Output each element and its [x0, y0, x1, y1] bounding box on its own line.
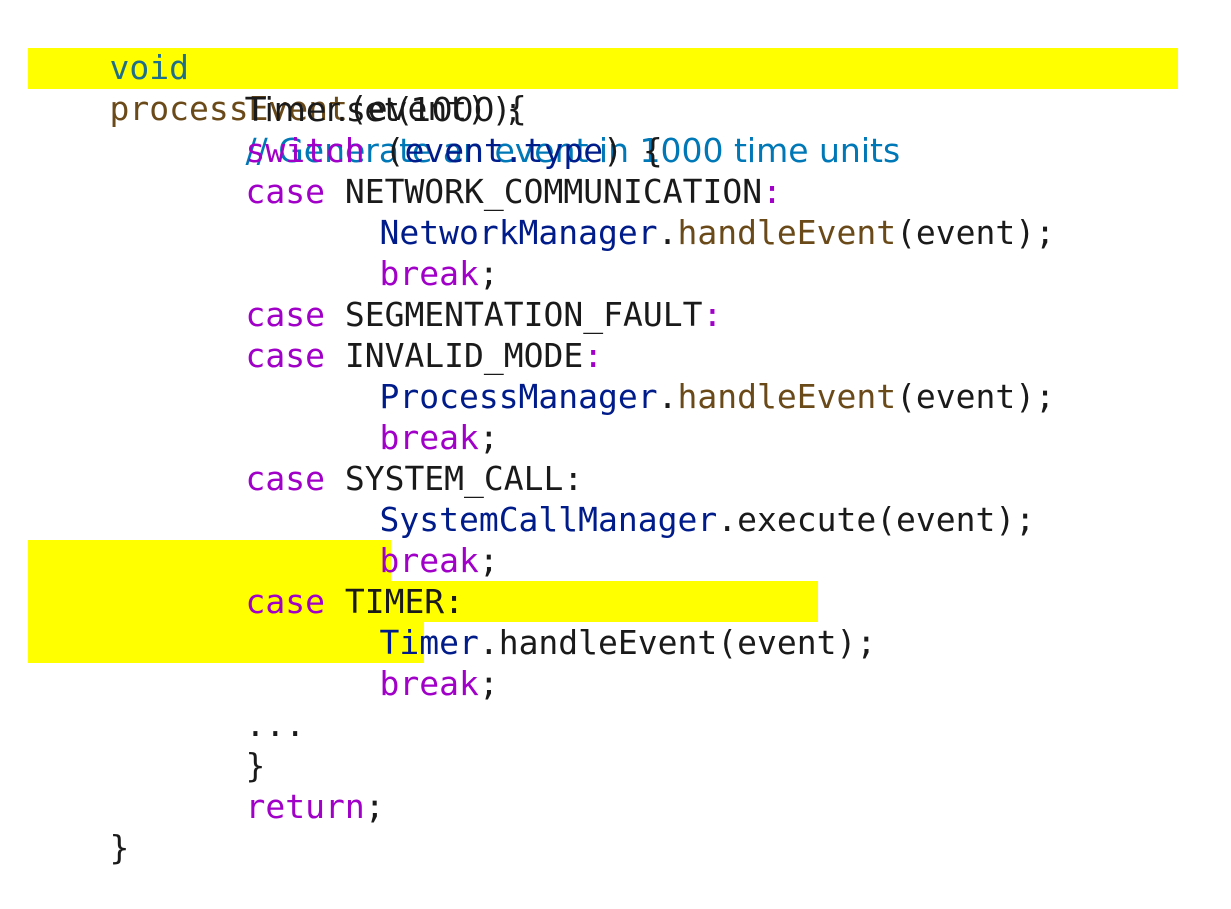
code-line-16: break; — [300, 622, 498, 703]
code-line-6: break; — [300, 212, 498, 293]
code-line-18: } — [166, 704, 265, 785]
code-line-14: case TIMER: — [166, 540, 464, 621]
member-dot: . — [657, 213, 678, 252]
code-line-15: Timer.handleEvent(event); — [300, 581, 876, 662]
call-args: (event); — [896, 213, 1056, 252]
code-line-1: void processEvent(event) { — [30, 6, 526, 128]
code-line-13: break; — [300, 499, 498, 580]
semicolon: ; — [478, 664, 499, 703]
code-line-4: case NETWORK_COMMUNICATION: — [166, 130, 781, 211]
method-name: handleEvent — [677, 377, 897, 416]
code-line-19: return; — [166, 745, 384, 826]
code-line-3: switch (event.type) { — [166, 89, 662, 170]
call-args: (event); — [896, 377, 1056, 416]
closing-brace: } — [109, 828, 130, 867]
case-colon: : — [702, 295, 723, 334]
code-line-17: ... — [166, 663, 305, 744]
code-line-7: case SEGMENTATION_FAULT: — [166, 253, 722, 334]
code-line-10: break; — [300, 376, 498, 457]
code-line-8: case INVALID_MODE: — [166, 294, 603, 375]
code-line-11: case SYSTEM_CALL: — [166, 417, 583, 498]
code-line-5: NetworkManager.handleEvent(event); — [300, 171, 1055, 252]
semicolon: ; — [364, 787, 385, 826]
keyword-break: break — [379, 664, 479, 703]
code-line-2: Timer.set(1000); // Generate an event in… — [166, 48, 900, 170]
method-call: .execute(event); — [717, 500, 1036, 539]
keyword-return: return — [245, 787, 365, 826]
method-call: .handleEvent(event); — [478, 623, 877, 662]
semicolon: ; — [478, 541, 499, 580]
code-line-9: ProcessManager.handleEvent(event); — [300, 335, 1055, 416]
code-line-20: } — [30, 786, 129, 867]
code-listing: void processEvent(event) { Timer.set(100… — [0, 0, 1231, 867]
method-name: handleEvent — [677, 213, 897, 252]
code-line-12: SystemCallManager.execute(event); — [300, 458, 1035, 539]
member-dot: . — [657, 377, 678, 416]
